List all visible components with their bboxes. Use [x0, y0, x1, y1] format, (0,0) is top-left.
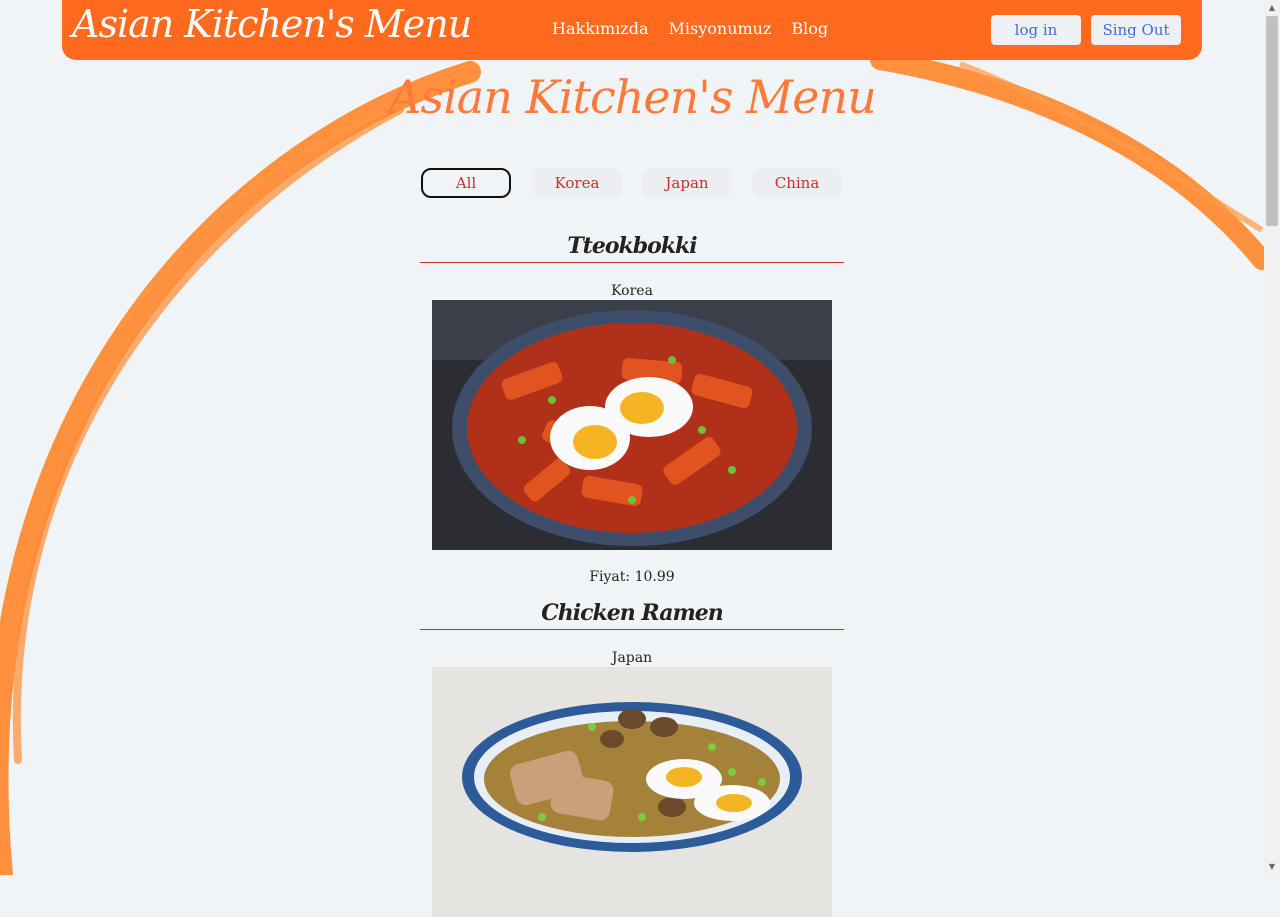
- signout-button[interactable]: Sing Out: [1091, 15, 1181, 45]
- nav-links: Hakkımızda Misyonumuz Blog: [552, 19, 828, 38]
- menu-item-title: Chicken Ramen: [420, 597, 844, 630]
- filter-korea-button[interactable]: Korea: [532, 168, 622, 198]
- ramen-dish-icon: [432, 667, 832, 917]
- page-scrollbar[interactable]: ▲ ▼: [1264, 0, 1280, 875]
- menu-item-country: Japan: [611, 650, 653, 666]
- filter-japan-button[interactable]: Japan: [642, 168, 732, 198]
- page-title: Asian Kitchen's Menu: [388, 70, 876, 124]
- scroll-up-arrow-icon[interactable]: ▲: [1264, 0, 1280, 16]
- nav-link-hakkimizda[interactable]: Hakkımızda: [552, 19, 649, 38]
- login-button[interactable]: log in: [991, 15, 1081, 45]
- brand-logo[interactable]: Asian Kitchen's Menu: [72, 2, 472, 46]
- filter-china-button[interactable]: China: [752, 168, 842, 198]
- nav-link-blog[interactable]: Blog: [791, 19, 828, 38]
- menu-item-country: Korea: [611, 283, 653, 299]
- top-navbar: Asian Kitchen's Menu Hakkımızda Misyonum…: [62, 0, 1202, 60]
- menu-item-title: Tteokbokki: [420, 230, 844, 263]
- menu-item-card: Chicken Ramen Japan: [420, 597, 844, 917]
- tteokbokki-dish-icon: [432, 300, 832, 550]
- menu-item-price: Fiyat: 10.99: [589, 569, 675, 585]
- filter-all-button[interactable]: All: [421, 168, 511, 198]
- scroll-down-arrow-icon[interactable]: ▼: [1264, 859, 1280, 875]
- scrollbar-thumb[interactable]: [1266, 16, 1278, 226]
- menu-item-card: Tteokbokki Korea Fiyat: 10.99: [420, 230, 844, 585]
- nav-link-misyonumuz[interactable]: Misyonumuz: [669, 19, 772, 38]
